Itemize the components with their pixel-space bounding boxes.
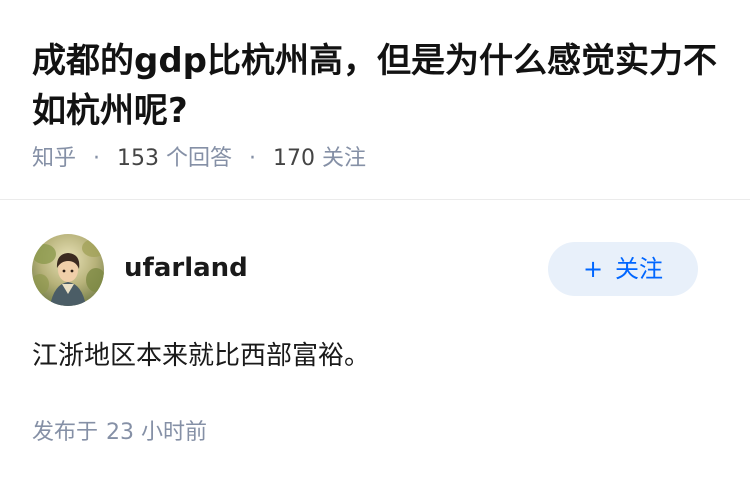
avatar[interactable] [32,234,104,306]
question-title[interactable]: 成都的gdp比杭州高，但是为什么感觉实力不如杭州呢? [32,36,722,136]
follow-button[interactable]: + 关注 [548,242,698,296]
author-name[interactable]: ufarland [124,252,248,284]
published-value: 23 小时前 [106,420,208,445]
answer-count: 153 [117,146,160,171]
follower-count-label: 关注 [322,146,367,171]
answer-content[interactable]: 江浙地区本来就比西部富裕。 [32,336,370,376]
avatar-illustration [32,234,104,306]
meta-separator: · [249,146,257,171]
answer-timestamp: 发布于 23 小时前 [32,418,207,448]
plus-icon: + [582,255,604,283]
source-label[interactable]: 知乎 [32,146,76,171]
answer-page: 成都的gdp比杭州高，但是为什么感觉实力不如杭州呢? 知乎 · 153 个回答 … [0,0,750,484]
meta-separator: · [93,146,101,171]
follow-button-label: 关注 [615,255,664,283]
answer-count-label: 个回答 [166,146,233,171]
question-meta: 知乎 · 153 个回答 · 170 关注 [32,144,366,174]
divider [0,199,750,200]
published-label: 发布于 [32,420,99,445]
follower-count: 170 [273,146,316,171]
